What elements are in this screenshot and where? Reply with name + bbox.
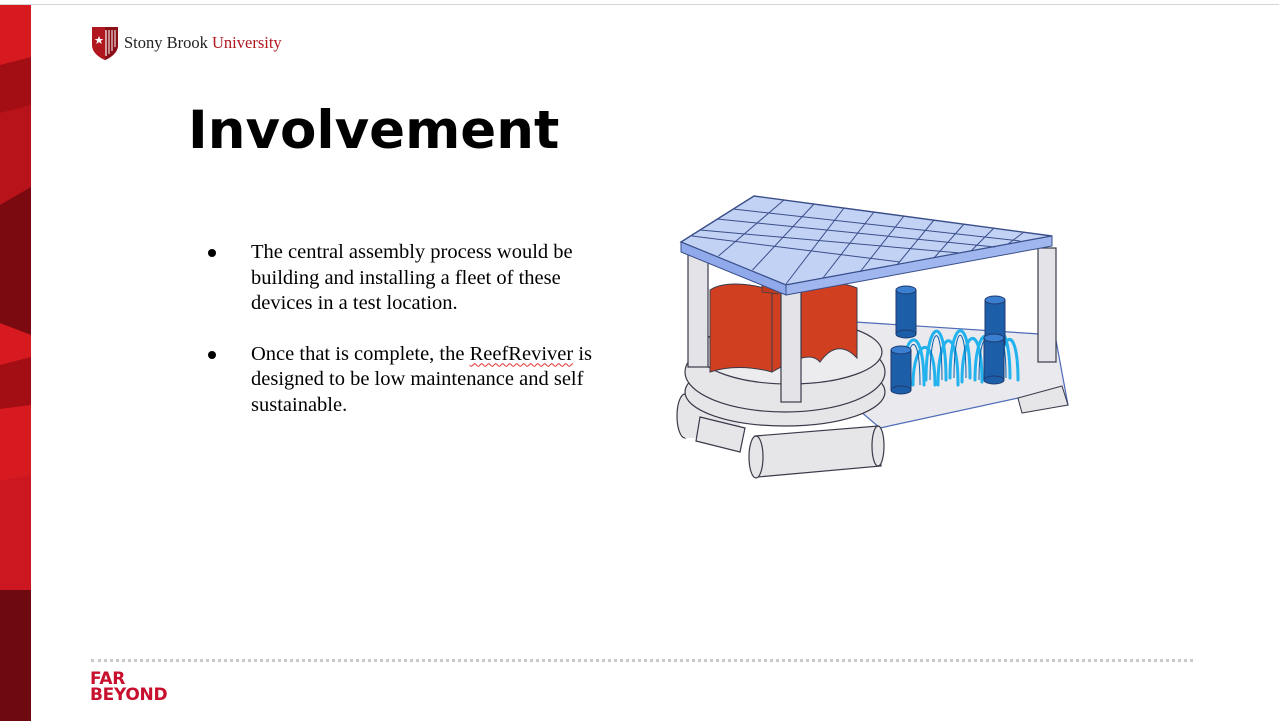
university-logo: Stony Brook University: [90, 25, 282, 61]
spellcheck-flagged-word[interactable]: ReefReviver: [470, 343, 574, 365]
bullet-list: The central assembly process would be bu…: [200, 240, 600, 443]
slide: Stony Brook University Involvement The c…: [0, 0, 1279, 721]
top-border: [0, 4, 1279, 5]
footer-divider: [91, 659, 1193, 662]
bullet-text: Once that is complete, the ReefReviver i…: [251, 342, 592, 416]
bullet-dot-icon: [208, 249, 216, 257]
shield-icon: [92, 27, 118, 60]
left-decorative-band: [0, 5, 31, 721]
far-beyond-tagline: FAR BEYOND: [90, 671, 168, 705]
tagline-line-2: BEYOND: [90, 685, 168, 705]
bullet-item: The central assembly process would be bu…: [200, 240, 600, 317]
reef-reviver-device-illustration: [676, 195, 1069, 479]
bullet-dot-icon: [208, 350, 216, 359]
bullet-text: The central assembly process would be bu…: [251, 241, 573, 314]
bullet-item: Once that is complete, the ReefReviver i…: [200, 342, 600, 419]
university-name: Stony Brook University: [124, 33, 282, 52]
slide-title: Involvement: [188, 100, 560, 161]
